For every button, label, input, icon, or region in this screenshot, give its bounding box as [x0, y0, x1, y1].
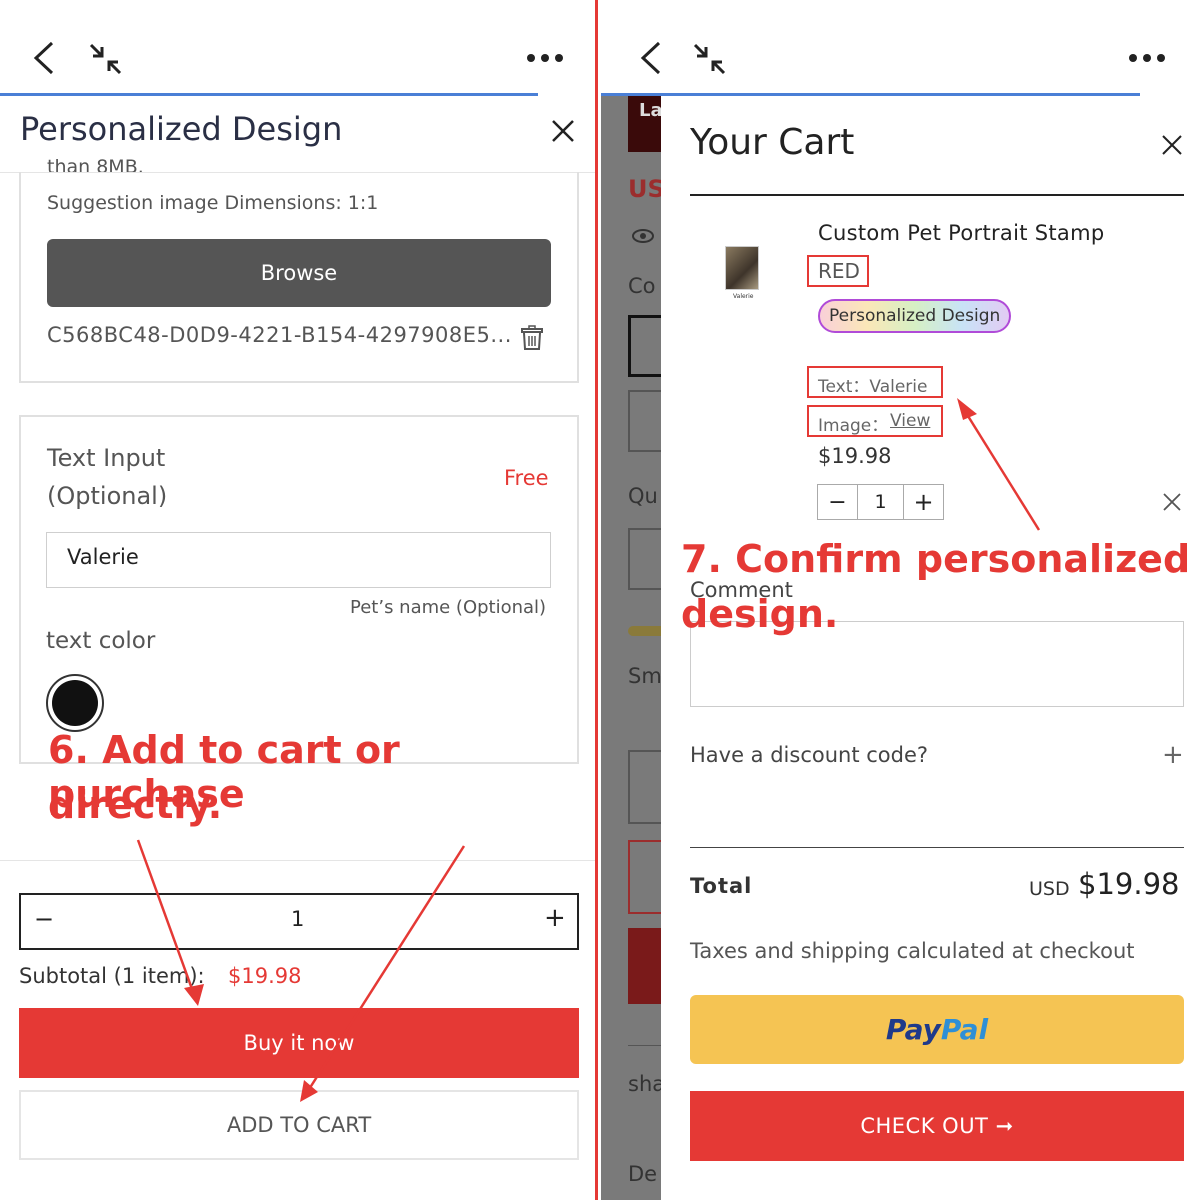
checkout-button[interactable]: CHECK OUT ➞ — [690, 1091, 1184, 1161]
panel-divider — [595, 0, 598, 1200]
paypal-logo-pal: Pal — [940, 1013, 989, 1046]
discount-expand-icon[interactable]: + — [1162, 740, 1184, 770]
cart-screen: La US Co Qu Sm sha De Your Cart Valerie … — [601, 0, 1200, 1200]
paypal-button[interactable]: Pay Pal — [690, 995, 1184, 1064]
total-value: $19.98 — [1078, 867, 1180, 901]
paypal-logo-pay: Pay — [885, 1013, 941, 1046]
tax-note: Taxes and shipping calculated at checkou… — [690, 939, 1135, 963]
total-label: Total — [690, 874, 753, 898]
annotation-arrows — [136, 839, 466, 1102]
total-currency: USD — [1029, 878, 1070, 900]
total-divider — [690, 847, 1184, 848]
discount-code-label[interactable]: Have a discount code? — [690, 743, 928, 767]
personalized-design-panel: Personalized Design than 8MB. Suggestion… — [0, 0, 595, 1200]
